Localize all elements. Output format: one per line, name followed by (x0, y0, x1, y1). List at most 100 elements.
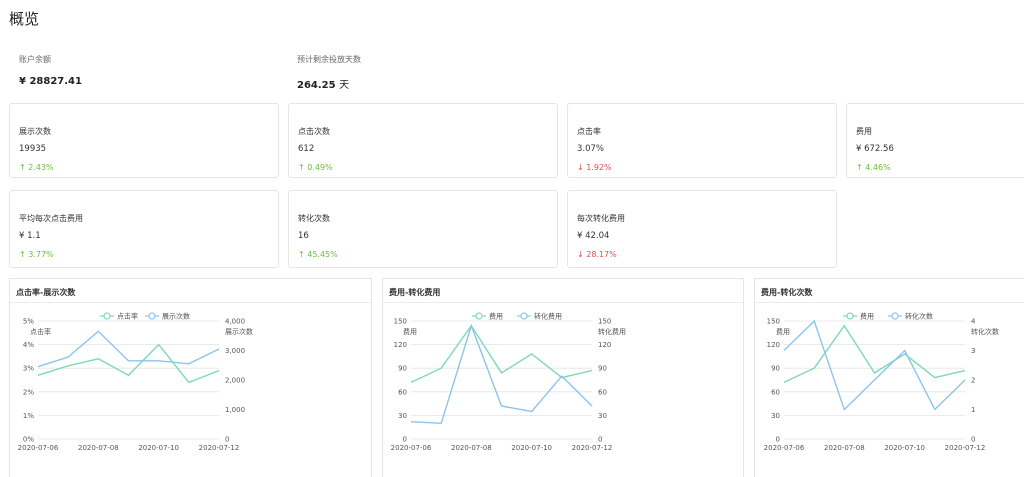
metric-label: 每次转化费用 (577, 214, 625, 223)
metric-label: 费用 (856, 127, 872, 136)
metric-label: 平均每次点击费用 (19, 214, 83, 223)
metric-card-clicks: 点击次数 612 ↑ 0.49% (288, 103, 558, 178)
series-line-转化次数 (783, 319, 966, 411)
y-tick-right: 0 (225, 436, 229, 444)
y-axis-right-title: 转化次数 (971, 327, 999, 336)
legend-label[interactable]: 点击率 (117, 312, 138, 321)
y-tick-left: 60 (398, 388, 407, 396)
chart-cost-conversion-cost: 费用 转化费用费用 转化费用0306090120150030609012015020… (391, 312, 626, 453)
chart-panel-cost-conversion-cost: 费用-转化费用 费用 转化费用 费用 转化费用 0 30 60 90 120 150 0 30 60 90… (382, 278, 744, 477)
y-tick-left: 30 (398, 412, 407, 420)
metric-change: ↓ 1.92% (577, 163, 612, 172)
metric-value: ¥ 672.56 (856, 144, 894, 154)
x-tick-label: 2020-07-06 (391, 444, 432, 452)
legend-marker-dot (891, 312, 899, 320)
metric-change: ↑ 0.49% (298, 163, 333, 172)
series-line-展示次数 (37, 330, 220, 368)
metric-change: ↑ 3.77% (19, 250, 54, 259)
y-tick-right: 4,000 (225, 318, 245, 326)
y-axis-right-title: 展示次数 (225, 327, 253, 336)
legend-label[interactable]: 费用 (860, 312, 874, 321)
metric-value: 16 (298, 231, 309, 241)
y-tick-left: 150 (767, 318, 780, 326)
y-tick-left: 4% (23, 341, 34, 349)
y-tick-right: 90 (598, 365, 607, 373)
chart-cost-conversions: 费用 转化次数费用 转化次数0306090120150012342020-07-06… (764, 312, 999, 453)
legend-label[interactable]: 转化费用 (534, 312, 562, 321)
series-line-转化费用 (410, 323, 593, 425)
legend-marker-dot (846, 312, 854, 320)
y-tick-right: 2,000 (225, 377, 245, 385)
chart-title: 费用-转化次数 (761, 288, 813, 297)
y-axis-left-title: 费用 (776, 327, 790, 336)
metric-label: 点击率 (577, 127, 601, 136)
remaining-days-unit: 天 (339, 80, 350, 91)
metric-value: 612 (298, 144, 315, 154)
x-tick-label: 2020-07-12 (572, 444, 613, 452)
x-tick-label: 2020-07-10 (511, 444, 552, 452)
y-tick-right: 1,000 (225, 406, 245, 414)
legend-label[interactable]: 转化次数 (905, 312, 933, 321)
y-tick-right: 0 (598, 436, 602, 444)
chart-title: 费用-转化费用 (389, 288, 441, 297)
metric-value: 19935 (19, 144, 47, 154)
metric-label: 展示次数 (19, 127, 51, 136)
x-tick-label: 2020-07-08 (78, 444, 119, 452)
chart-ctr-impressions: 点击率 展示次数点击率 展示次数0%1%2%3%4%5%01,0002,0003,0… (18, 312, 253, 453)
y-tick-right: 30 (598, 412, 607, 420)
y-tick-left: 90 (398, 365, 407, 373)
y-tick-left: 0 (776, 436, 780, 444)
metric-card-ctr: 点击率 3.07% ↓ 1.92% (567, 103, 837, 178)
x-tick-label: 2020-07-12 (945, 444, 986, 452)
x-tick-label: 2020-07-08 (824, 444, 865, 452)
remaining-days-summary: 预计剩余投放天数 264.25 天 (297, 54, 361, 91)
metric-change: ↑ 2.43% (19, 163, 54, 172)
y-tick-right: 3 (971, 347, 975, 355)
y-tick-left: 3% (23, 365, 34, 373)
remaining-days-label: 预计剩余投放天数 (297, 55, 361, 64)
legend-marker-dot (475, 312, 483, 320)
metric-card-cost-per-conversion: 每次转化费用 ¥ 42.04 ↓ 28.17% (567, 190, 837, 268)
metric-change: ↓ 28.17% (577, 250, 617, 259)
y-axis-left-title: 费用 (403, 327, 417, 336)
metric-card-cost: 费用 ¥ 672.56 ↑ 4.46% (846, 103, 1024, 178)
y-tick-right: 4 (971, 318, 976, 326)
balance-value: ¥ 28827.41 (19, 76, 82, 87)
metric-change: ↑ 4.46% (856, 163, 891, 172)
series-line-费用 (783, 324, 966, 384)
y-tick-right: 2 (971, 377, 975, 385)
series-line-费用 (410, 324, 593, 384)
x-tick-label: 2020-07-08 (451, 444, 492, 452)
legend-marker-dot (103, 312, 111, 320)
metric-card-impressions: 展示次数 19935 ↑ 2.43% (9, 103, 279, 178)
legend-label[interactable]: 费用 (489, 312, 503, 321)
y-tick-left: 5% (23, 318, 34, 326)
chart-panel-ctr-impressions: 点击率-展示次数 点击率 展示次数 点击率 展示次数 0% 1% 2% 3% 4% 5% 0 1,00… (9, 278, 372, 477)
y-tick-left: 120 (394, 341, 407, 349)
y-tick-left: 1% (23, 412, 34, 420)
x-tick-label: 2020-07-06 (18, 444, 59, 452)
legend-marker-dot (148, 312, 156, 320)
x-tick-label: 2020-07-06 (764, 444, 805, 452)
y-tick-left: 0 (403, 436, 407, 444)
legend-label[interactable]: 展示次数 (162, 312, 190, 321)
metric-card-conversions: 转化次数 16 ↑ 45.45% (288, 190, 558, 268)
y-tick-right: 3,000 (225, 347, 245, 355)
series-line-点击率 (37, 343, 220, 384)
balance-label: 账户余额 (19, 55, 51, 64)
balance-summary: 账户余额 ¥ 28827.41 (19, 54, 82, 87)
metric-card-avg-cpc: 平均每次点击费用 ¥ 1.1 ↑ 3.77% (9, 190, 279, 268)
chart-panel-cost-conversions: 费用-转化次数 费用 转化次数 费用 转化次数 0 30 60 90 120 150 0 1 2 3 4 20… (754, 278, 1024, 477)
y-tick-left: 60 (771, 388, 780, 396)
legend-marker-dot (520, 312, 528, 320)
y-tick-left: 30 (771, 412, 780, 420)
y-axis-right-title: 转化费用 (598, 327, 626, 336)
y-tick-left: 2% (23, 388, 34, 396)
y-tick-left: 120 (767, 341, 780, 349)
y-tick-right: 0 (971, 436, 975, 444)
y-tick-right: 150 (598, 318, 611, 326)
metric-label: 转化次数 (298, 214, 330, 223)
metric-value: ¥ 42.04 (577, 231, 610, 241)
chart-title: 点击率-展示次数 (16, 288, 76, 297)
y-tick-left: 90 (771, 365, 780, 373)
